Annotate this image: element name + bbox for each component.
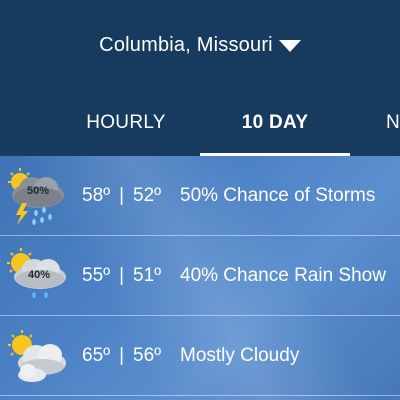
forecast-row[interactable]: 40% 55º | 51º 40% Chance Rain Show: [0, 236, 400, 316]
high-temp: 65º: [82, 344, 111, 366]
tab-previous[interactable]: /: [0, 98, 6, 148]
high-temp: 58º: [82, 184, 111, 206]
temperature-range: 58º | 52º: [82, 185, 161, 207]
forecast-row[interactable]: 50% 58º | 52º 50% Chance of Storms: [0, 156, 400, 236]
condition-text: 50% Chance of Storms: [180, 184, 376, 206]
low-temp: 56º: [133, 344, 162, 366]
tab-10-day[interactable]: 10 DAY: [200, 98, 350, 148]
mostly-cloudy-icon: [8, 329, 66, 382]
tab-next[interactable]: N: [386, 98, 400, 148]
precip-label: 50%: [27, 185, 49, 197]
forecast-tabs: / HOURLY 10 DAY N: [0, 98, 400, 153]
forecast-list[interactable]: 50% 58º | 52º 50% Chance of Storms 40% 5…: [0, 156, 400, 400]
high-temp: 55º: [82, 264, 111, 286]
location-selector[interactable]: Columbia, Missouri: [0, 30, 400, 60]
forecast-row[interactable]: 65º | 56º Mostly Cloudy: [0, 316, 400, 396]
dropdown-arrow-icon[interactable]: [278, 40, 301, 52]
temperature-range: 65º | 56º: [82, 345, 161, 367]
condition-text: Mostly Cloudy: [180, 344, 300, 366]
tab-hourly[interactable]: HOURLY: [64, 98, 188, 148]
temp-separator: |: [119, 344, 125, 366]
location-name: Columbia, Missouri: [99, 33, 273, 56]
app-header: Columbia, Missouri / HOURLY 10 DAY N: [0, 0, 400, 156]
condition-text: 40% Chance Rain Show: [180, 264, 386, 286]
precip-label: 40%: [28, 269, 50, 281]
thunderstorm-cloud-icon: 50%: [8, 167, 64, 225]
rain-cloud-sun-icon: 40%: [7, 247, 66, 298]
low-temp: 52º: [133, 184, 162, 206]
temp-separator: |: [119, 184, 125, 206]
temp-separator: |: [119, 264, 125, 286]
temperature-range: 55º | 51º: [82, 265, 161, 287]
low-temp: 51º: [133, 264, 162, 286]
